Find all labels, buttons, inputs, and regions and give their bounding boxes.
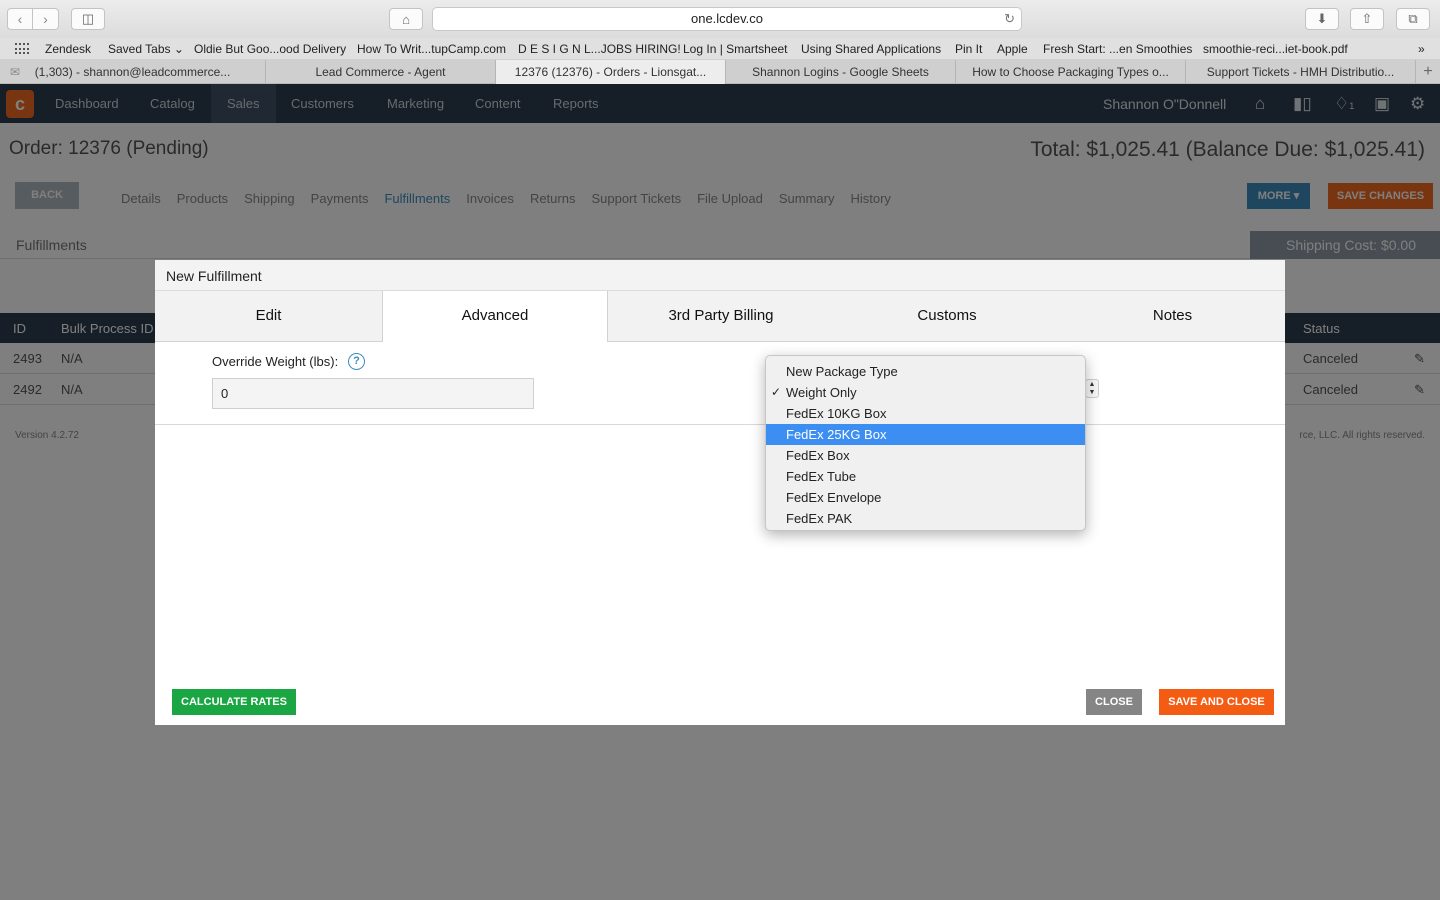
override-weight-input[interactable] (212, 378, 534, 409)
browser-toolbar: ‹ › ◫ ⌂ one.lcdev.co ↻ ⬇ ⇧ ⧉ (0, 0, 1440, 38)
option-label: New Package Type (786, 364, 898, 379)
chevron-down-icon: ⌄ (173, 42, 184, 56)
bookmark-item[interactable]: Using Shared Applications (801, 42, 941, 56)
bookmark-item[interactable]: Oldie But Goo...ood Delivery (194, 42, 346, 56)
url-text: one.lcdev.co (690, 11, 764, 26)
browser-tab[interactable]: Shannon Logins - Google Sheets (726, 60, 956, 84)
option-fedex-tube[interactable]: FedEx Tube (766, 466, 1085, 487)
bookmark-item[interactable]: Pin It (955, 42, 982, 56)
bookmark-item[interactable]: Zendesk (45, 42, 91, 56)
tab-label: Lead Commerce - Agent (315, 65, 446, 79)
nav-buttons: ‹ › (7, 8, 59, 30)
option-label: Weight Only (786, 385, 857, 400)
option-label: FedEx Box (786, 448, 850, 463)
tab-3rd-party-billing[interactable]: 3rd Party Billing (608, 291, 834, 341)
divider (155, 424, 1285, 425)
package-type-dropdown: New Package Type ✓ Weight Only FedEx 10KG… (765, 355, 1086, 531)
option-label: FedEx PAK (786, 511, 853, 526)
option-weight-only[interactable]: ✓ Weight Only (766, 382, 1085, 403)
bookmarks-bar: Zendesk Saved Tabs ⌄ Oldie But Goo...ood… (0, 38, 1440, 60)
tab-edit[interactable]: Edit (155, 291, 382, 341)
browser-tab-active[interactable]: 12376 (12376) - Orders - Lionsgat... (496, 60, 726, 84)
close-button[interactable]: CLOSE (1086, 689, 1142, 715)
reload-icon[interactable]: ↻ (1004, 8, 1015, 30)
overflow-chevron-icon[interactable]: » (1418, 42, 1425, 56)
url-bar[interactable]: one.lcdev.co ↻ (432, 7, 1022, 31)
browser-tab[interactable]: ✉ (1,303) - shannon@leadcommerce... (0, 60, 266, 84)
tab-label: Support Tickets - HMH Distributio... (1206, 65, 1395, 79)
new-tab-plus-icon[interactable]: + (1416, 60, 1440, 84)
tab-label: 12376 (12376) - Orders - Lionsgat... (514, 65, 707, 79)
bookmark-item[interactable]: Apple (997, 42, 1028, 56)
back-arrow-icon[interactable]: ‹ (7, 8, 33, 30)
override-weight-label: Override Weight (lbs): (212, 354, 339, 369)
option-label: FedEx 25KG Box (786, 427, 887, 442)
modal-header: New Fulfillment (155, 260, 1285, 291)
tab-label: How to Choose Packaging Types o... (972, 65, 1169, 79)
modal-title: New Fulfillment (166, 268, 262, 284)
checkmark-icon: ✓ (771, 385, 782, 399)
modal-tabs: Edit Advanced 3rd Party Billing Customs … (155, 291, 1285, 342)
bookmark-item[interactable]: How To Writ...tupCamp.com (357, 42, 506, 56)
tab-advanced[interactable]: Advanced (382, 291, 608, 342)
bookmark-folder-label: Saved Tabs (108, 42, 171, 56)
tab-customs[interactable]: Customs (834, 291, 1060, 341)
option-label: FedEx 10KG Box (786, 406, 887, 421)
tab-label: Shannon Logins - Google Sheets (752, 65, 929, 79)
option-fedex-pak[interactable]: FedEx PAK (766, 508, 1085, 529)
forward-arrow-icon[interactable]: › (33, 8, 59, 30)
browser-tab[interactable]: How to Choose Packaging Types o... (956, 60, 1186, 84)
browser-tab[interactable]: Support Tickets - HMH Distributio... (1186, 60, 1416, 84)
option-fedex-25kg-box[interactable]: FedEx 25KG Box (766, 424, 1085, 445)
tab-strip: ✉ (1,303) - shannon@leadcommerce... Lead… (0, 60, 1440, 84)
tab-label: (1,303) - shannon@leadcommerce... (34, 65, 231, 79)
download-icon[interactable]: ⬇ (1305, 8, 1339, 30)
tabs-overview-icon[interactable]: ⧉ (1396, 8, 1430, 30)
option-label: FedEx Tube (786, 469, 857, 484)
bookmark-item[interactable]: Fresh Start: ...en Smoothies (1043, 42, 1192, 56)
option-fedex-box[interactable]: FedEx Box (766, 445, 1085, 466)
save-and-close-button[interactable]: SAVE AND CLOSE (1159, 689, 1274, 715)
mail-icon: ✉ (10, 65, 21, 79)
bookmark-folder[interactable]: Saved Tabs ⌄ (108, 42, 184, 56)
bookmark-item[interactable]: smoothie-reci...iet-book.pdf (1203, 42, 1348, 56)
question-help-icon[interactable]: ? (348, 353, 365, 370)
share-icon[interactable]: ⇧ (1350, 8, 1384, 30)
sidebar-toggle-icon[interactable]: ◫ (71, 8, 105, 30)
bookmark-item[interactable]: Log In | Smartsheet (683, 42, 788, 56)
tab-notes[interactable]: Notes (1060, 291, 1285, 341)
new-fulfillment-modal: New Fulfillment Edit Advanced 3rd Party … (155, 260, 1285, 725)
option-fedex-envelope[interactable]: FedEx Envelope (766, 487, 1085, 508)
option-new-package-type[interactable]: New Package Type (766, 361, 1085, 382)
browser-tab[interactable]: Lead Commerce - Agent (266, 60, 496, 84)
calculate-rates-button[interactable]: CALCULATE RATES (172, 689, 296, 715)
bookmark-item[interactable]: D E S I G N L...JOBS HIRING! (518, 42, 681, 56)
home-icon[interactable]: ⌂ (389, 8, 423, 30)
option-label: FedEx Envelope (786, 490, 882, 505)
apps-grid-icon[interactable] (15, 43, 29, 55)
option-fedex-10kg-box[interactable]: FedEx 10KG Box (766, 403, 1085, 424)
select-stepper-icon[interactable]: ▲ ▼ (1085, 379, 1099, 398)
